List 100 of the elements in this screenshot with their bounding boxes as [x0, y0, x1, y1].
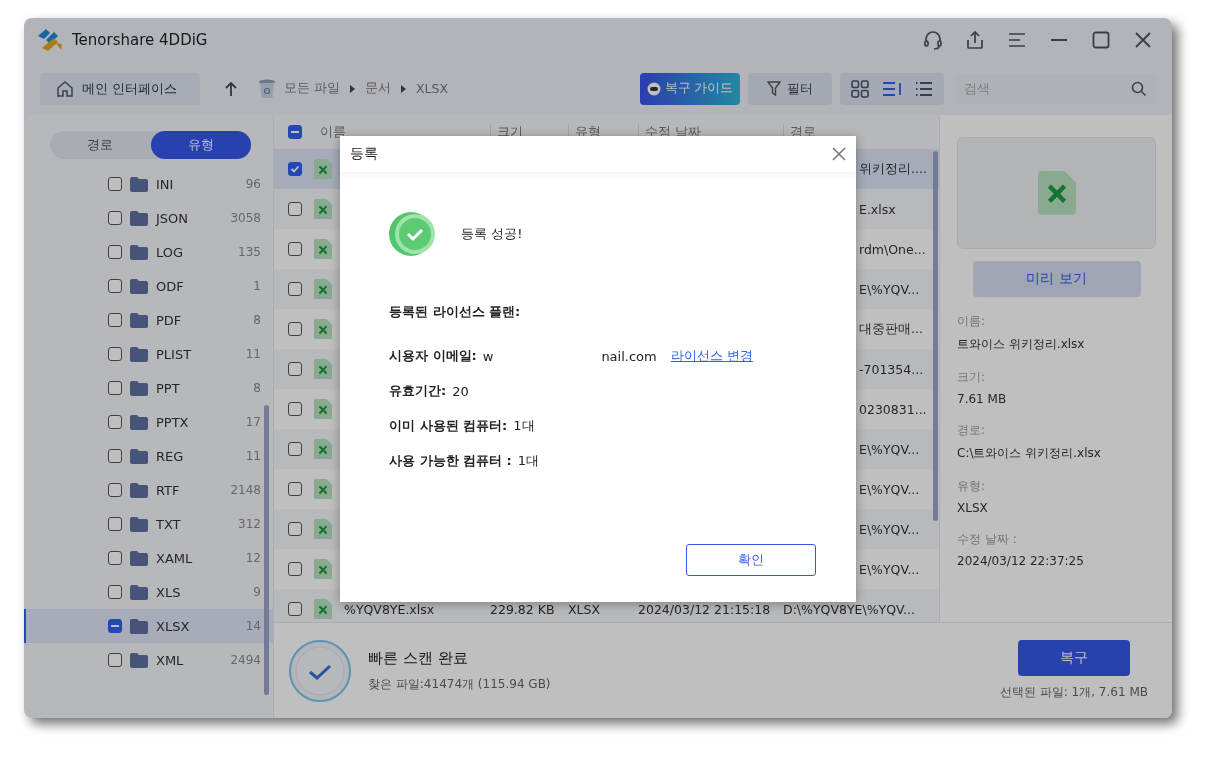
folder-icon — [130, 482, 148, 498]
up-arrow-icon[interactable] — [224, 80, 238, 97]
checkbox[interactable] — [108, 653, 122, 667]
file-type-label: XLSX — [156, 618, 191, 634]
breadcrumb-item[interactable]: 모든 파일 — [284, 80, 340, 97]
folder-icon — [130, 618, 148, 634]
selected-files-text: 선택된 파일: 1개, 7.61 MB — [999, 684, 1148, 701]
file-type-item[interactable]: XLS 9 — [24, 575, 273, 609]
checkbox[interactable] — [108, 449, 122, 463]
file-count: 2148 — [230, 483, 261, 497]
filter-icon — [767, 81, 781, 96]
checkbox[interactable] — [288, 125, 302, 139]
folder-icon — [130, 312, 148, 328]
checkbox[interactable] — [288, 202, 302, 216]
field-label: 시용자 이메일: — [389, 347, 477, 365]
filter-button[interactable]: 필터 — [748, 72, 832, 105]
checkbox[interactable] — [108, 347, 122, 361]
breadcrumb-item[interactable]: 문서 — [365, 80, 391, 97]
file-type-item[interactable]: PPT 8 — [24, 371, 273, 405]
checkbox[interactable] — [288, 402, 302, 416]
checkbox[interactable] — [108, 211, 122, 225]
file-type-label: TXT — [156, 516, 182, 532]
file-type-label: PLIST — [156, 346, 193, 362]
file-type-label: XML — [156, 652, 185, 668]
detail-label: 수정 날짜 : — [957, 531, 1018, 548]
file-count: 11 — [245, 449, 261, 463]
breadcrumb-item[interactable]: XLSX — [416, 81, 448, 96]
file-count: 312 — [238, 517, 261, 531]
checkbox[interactable] — [288, 162, 302, 176]
file-type-item[interactable]: XAML 12 — [24, 541, 273, 575]
toggle-tab[interactable]: 경로 — [50, 131, 151, 159]
scrollbar[interactable] — [264, 405, 269, 695]
detail-view-icon[interactable] — [882, 80, 902, 97]
checkbox[interactable] — [288, 322, 302, 336]
file-count: 12 — [245, 551, 261, 565]
checkbox[interactable] — [108, 585, 122, 599]
file-type-item[interactable]: LOG 135 — [24, 235, 273, 269]
search-icon[interactable] — [1131, 80, 1147, 97]
recover-button[interactable]: 복구 — [1017, 640, 1130, 676]
excel-file-icon — [314, 438, 332, 460]
checkbox[interactable] — [108, 551, 122, 565]
file-type-item[interactable]: RTF 2148 — [24, 473, 273, 507]
change-license-link[interactable]: 라이선스 변경 — [670, 347, 753, 365]
checkbox[interactable] — [108, 381, 122, 395]
table-cell-text: E\%YQV... — [858, 481, 921, 497]
checkbox[interactable] — [288, 482, 302, 496]
excel-file-icon — [314, 278, 332, 300]
file-type-item[interactable]: REG 11 — [24, 439, 273, 473]
checkbox[interactable] — [288, 522, 302, 536]
checkbox[interactable] — [108, 415, 122, 429]
excel-file-icon — [314, 598, 332, 620]
confirm-button[interactable]: 확인 — [686, 544, 816, 576]
file-type-item[interactable]: PLIST 11 — [24, 337, 273, 371]
found-files-text: 찾은 파일:41474개 (115.94 GB) — [368, 675, 552, 693]
checkbox[interactable] — [288, 602, 302, 616]
checkbox[interactable] — [108, 483, 122, 497]
file-type-item[interactable]: PDF 8 — [24, 303, 273, 337]
detail-value: 트와이스 위키정리.xlsx — [957, 336, 1086, 353]
field-label: 이미 사용된 컴퓨터: — [389, 417, 508, 435]
close-icon[interactable] — [832, 147, 846, 161]
folder-icon — [130, 516, 148, 532]
checkbox[interactable] — [108, 177, 122, 191]
table-cell-text: D:\%YQV8YE\%YQV... — [783, 601, 916, 617]
checkbox[interactable] — [108, 245, 122, 259]
file-type-label: PPT — [156, 380, 181, 396]
file-type-item[interactable]: INI 96 — [24, 167, 273, 201]
list-view-icon[interactable] — [915, 80, 934, 97]
file-type-item[interactable]: TXT 312 — [24, 507, 273, 541]
scrollbar[interactable] — [933, 151, 938, 521]
checkbox[interactable] — [288, 282, 302, 296]
file-count: 11 — [245, 347, 261, 361]
file-count: 8 — [253, 381, 261, 395]
table-cell-text: 위키정리.... — [858, 160, 928, 178]
checkbox[interactable] — [288, 242, 302, 256]
excel-file-icon — [1037, 171, 1076, 215]
scan-complete-icon — [288, 638, 352, 703]
grid-view-icon[interactable] — [850, 79, 869, 98]
file-count: 135 — [238, 245, 261, 259]
excel-file-icon — [314, 478, 332, 500]
toggle-tab[interactable]: 유형 — [150, 131, 251, 159]
file-type-item[interactable]: XML 2494 — [24, 643, 273, 677]
breadcrumb-separator-icon — [401, 84, 406, 93]
checkbox[interactable] — [108, 279, 122, 293]
file-type-item[interactable]: ODF 1 — [24, 269, 273, 303]
file-type-item[interactable]: XLSX 14 — [24, 609, 273, 643]
checkbox[interactable] — [288, 362, 302, 376]
checkbox[interactable] — [288, 442, 302, 456]
file-count: 17 — [245, 415, 261, 429]
recovery-guide-button[interactable]: 복구 가이드 — [640, 72, 740, 105]
file-type-item[interactable]: PPTX 17 — [24, 405, 273, 439]
file-type-label: PPTX — [156, 414, 190, 430]
table-cell-text: %YQV8YE.xlsx — [344, 601, 436, 617]
checkbox[interactable] — [108, 619, 122, 633]
checkbox[interactable] — [108, 517, 122, 531]
checkbox[interactable] — [108, 313, 122, 327]
file-type-label: RTF — [156, 482, 181, 498]
home-button[interactable]: 메인 인터페이스 — [40, 72, 200, 105]
table-cell-text: XLSX — [568, 601, 602, 617]
file-type-item[interactable]: JSON 3058 — [24, 201, 273, 235]
checkbox[interactable] — [288, 562, 302, 576]
